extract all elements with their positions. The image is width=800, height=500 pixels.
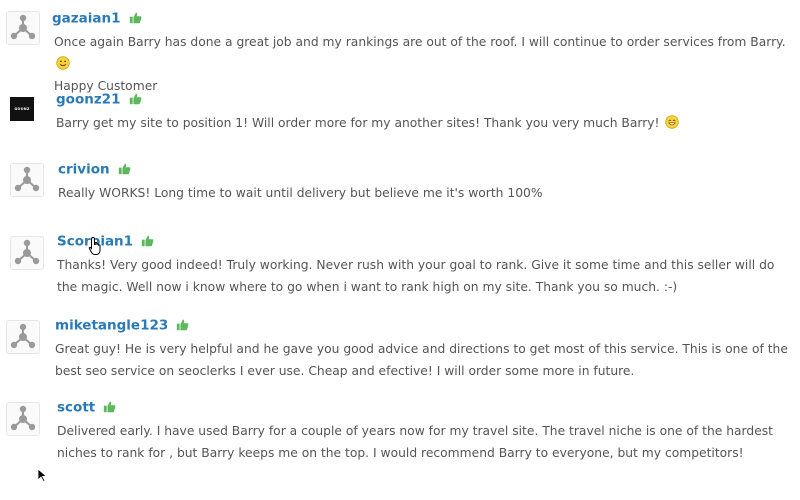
default-avatar-icon[interactable] (10, 163, 44, 197)
thumbs-up-icon (129, 93, 141, 105)
review-username[interactable]: scott (57, 400, 95, 416)
default-avatar-icon[interactable] (6, 320, 40, 354)
review-text-block: Delivered early. I have used Barry for a… (57, 420, 794, 464)
thumbs-up-icon (141, 235, 154, 247)
review-username[interactable]: crivion (58, 162, 110, 178)
user-avatar[interactable]: GOONZ (8, 92, 42, 126)
default-avatar-icon[interactable] (10, 236, 44, 270)
review-text-block: Thanks! Very good indeed! Truly working.… (57, 254, 794, 298)
default-avatar-icon[interactable] (6, 402, 40, 436)
review-username[interactable]: miketangle123 (55, 318, 168, 334)
review-text: Delivered early. I have used Barry for a… (57, 424, 773, 460)
review-text-block: Great guy! He is very helpful and he gav… (55, 338, 797, 382)
review-text-block: Barry get my site to position 1! Will or… (56, 112, 796, 134)
review-text: Great guy! He is very helpful and he gav… (55, 342, 788, 378)
review-username[interactable]: goonz21 (56, 92, 120, 108)
goonz-logo: GOONZ (10, 97, 34, 121)
review-text-block: Really WORKS! Long time to wait until de… (58, 182, 794, 204)
thumbs-up-icon (129, 12, 141, 24)
review-username[interactable]: gazaian1 (52, 11, 120, 27)
review-text: Once again Barry has done a great job an… (54, 35, 786, 49)
thumbs-up-icon (104, 401, 116, 413)
review-text: Barry get my site to position 1! Will or… (56, 116, 660, 130)
review-text: Thanks! Very good indeed! Truly working.… (57, 258, 775, 294)
reviews-page: gazaian1 Once again Barry has done a gre… (0, 0, 800, 500)
hand-cursor-icon (88, 236, 101, 255)
review-text: Really WORKS! Long time to wait until de… (58, 186, 543, 200)
thumbs-up-icon (118, 163, 131, 175)
arrow-cursor-icon (37, 468, 48, 482)
grin-emoji-icon (665, 115, 680, 129)
smile-emoji-icon (56, 56, 70, 70)
default-avatar-icon[interactable] (6, 11, 40, 45)
thumbs-up-icon (177, 319, 189, 331)
review-text-block: Once again Barry has done a great job an… (54, 31, 794, 97)
